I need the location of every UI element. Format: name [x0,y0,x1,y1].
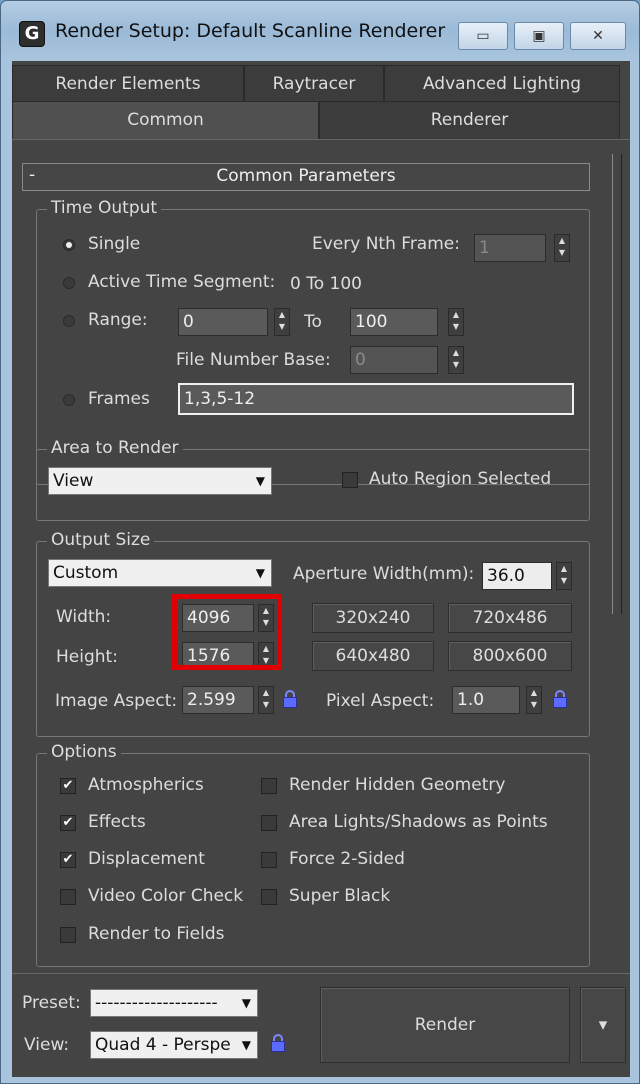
displacement-label: Displacement [88,849,205,869]
tab-row-top: Render Elements Raytracer Advanced Light… [12,65,620,103]
area-to-render-legend: Area to Render [47,438,183,458]
pixel-aspect-spinner[interactable]: ▲ ▼ [526,686,542,714]
frames-radio[interactable] [63,394,75,406]
common-parameters-rollout-header[interactable]: - Common Parameters [22,163,590,191]
area-lights-as-points-checkbox[interactable] [261,815,277,831]
video-color-check-label: Video Color Check [88,886,244,906]
auto-region-selected-checkbox[interactable] [342,472,358,488]
render-to-fields-checkbox[interactable] [60,927,76,943]
image-aspect-lock-icon[interactable] [282,690,298,708]
title-bar[interactable]: G Render Setup: Default Scanline Rendere… [1,1,639,61]
effects-label: Effects [88,812,146,832]
area-to-render-dropdown[interactable]: View ▼ [48,467,272,495]
preset-value: -------------------- [95,993,218,1013]
active-time-segment-radio[interactable] [63,277,75,289]
atmospherics-label: Atmospherics [88,775,204,795]
tab-raytracer[interactable]: Raytracer [244,65,384,103]
active-time-segment-label: Active Time Segment: [88,272,276,292]
range-to-label: To [304,312,322,332]
pixel-aspect-lock-icon[interactable] [552,690,568,708]
every-nth-frame-spinner[interactable]: ▲ ▼ [554,234,570,262]
image-aspect-spinner[interactable]: ▲ ▼ [258,686,274,714]
render-hidden-geometry-label: Render Hidden Geometry [289,775,506,795]
window-title: Render Setup: Default Scanline Renderer [55,20,446,42]
file-number-base-label: File Number Base: [176,350,331,370]
chevron-down-icon: ▼ [241,1038,251,1052]
output-size-preset-dropdown[interactable]: Custom ▼ [48,559,272,587]
tab-row-bottom: Common Renderer [12,101,620,139]
height-label: Height: [56,647,118,667]
chevron-down-icon: ▼ [255,474,265,488]
maximize-button[interactable]: ▣ [514,22,564,50]
file-number-base-spinner[interactable]: ▲ ▼ [448,346,464,374]
frames-label: Frames [88,389,150,409]
rollout-scrollbar[interactable] [612,154,622,1024]
minimize-button[interactable]: ▭ [458,22,508,50]
effects-checkbox[interactable]: ✔ [60,815,76,831]
pixel-aspect-input[interactable]: 1.0 [452,686,520,714]
view-dropdown[interactable]: Quad 4 - Perspe ▼ [90,1031,258,1059]
chevron-down-icon: ▼ [241,996,251,1010]
pixel-aspect-label: Pixel Aspect: [326,691,435,711]
preset-640x480-button[interactable]: 640x480 [312,641,434,671]
view-value: Quad 4 - Perspe [95,1035,231,1055]
render-hidden-geometry-checkbox[interactable] [261,778,277,794]
tab-renderer[interactable]: Renderer [319,101,620,139]
auto-region-selected-label: Auto Region Selected [369,469,552,489]
render-options-dropdown-button[interactable]: ▾ [580,987,626,1063]
video-color-check-checkbox[interactable] [60,889,76,905]
every-nth-frame-label: Every Nth Frame: [312,234,460,254]
aperture-width-input[interactable]: 36.0 [482,562,552,590]
render-setup-window: G Render Setup: Default Scanline Rendere… [0,0,640,1084]
rollout-title: Common Parameters [216,166,396,186]
preset-label: Preset: [22,993,81,1013]
super-black-label: Super Black [289,886,391,906]
atmospherics-checkbox[interactable]: ✔ [60,778,76,794]
force-2-sided-label: Force 2-Sided [289,849,405,869]
scrollbar-thumb[interactable] [612,154,622,614]
render-button[interactable]: Render [320,987,570,1063]
app-icon: G [19,21,45,47]
time-output-legend: Time Output [47,198,162,218]
range-start-spinner[interactable]: ▲ ▼ [274,308,290,336]
preset-800x600-button[interactable]: 800x600 [448,641,572,671]
aperture-width-spinner[interactable]: ▲ ▼ [556,562,572,590]
every-nth-frame-input[interactable]: 1 [474,234,546,262]
image-aspect-label: Image Aspect: [55,691,178,711]
single-label: Single [88,234,141,254]
range-end-input[interactable]: 100 [350,308,438,336]
preset-320x240-button[interactable]: 320x240 [312,603,434,633]
width-label: Width: [56,607,112,627]
frames-input[interactable]: 1,3,5-12 [178,383,574,415]
range-radio[interactable] [63,315,75,327]
file-number-base-input[interactable]: 0 [350,346,438,374]
active-time-segment-value: 0 To 100 [290,274,362,294]
render-to-fields-label: Render to Fields [88,924,225,944]
range-end-spinner[interactable]: ▲ ▼ [448,308,464,336]
tab-render-elements[interactable]: Render Elements [12,65,244,103]
chevron-down-icon: ▼ [255,566,265,580]
dialog-client: Render Elements Raytracer Advanced Light… [12,61,630,1077]
single-radio[interactable] [63,239,75,251]
area-lights-as-points-label: Area Lights/Shadows as Points [289,812,548,832]
close-button[interactable]: ✕ [570,22,626,50]
image-aspect-input[interactable]: 2.599 [182,686,254,714]
output-size-preset-value: Custom [53,563,119,583]
preset-dropdown[interactable]: -------------------- ▼ [90,989,258,1017]
displacement-checkbox[interactable]: ✔ [60,852,76,868]
range-label: Range: [88,310,148,330]
force-2-sided-checkbox[interactable] [261,852,277,868]
range-start-input[interactable]: 0 [178,308,268,336]
tab-advanced-lighting[interactable]: Advanced Lighting [384,65,620,103]
output-size-legend: Output Size [47,530,155,550]
super-black-checkbox[interactable] [261,889,277,905]
tab-common[interactable]: Common [12,101,319,139]
view-lock-icon[interactable] [270,1034,286,1052]
view-label: View: [24,1035,70,1055]
aperture-width-label: Aperture Width(mm): [293,564,475,584]
area-to-render-value: View [53,471,94,491]
resolution-highlight-box [172,594,282,670]
preset-720x486-button[interactable]: 720x486 [448,603,572,633]
options-legend: Options [47,742,121,762]
